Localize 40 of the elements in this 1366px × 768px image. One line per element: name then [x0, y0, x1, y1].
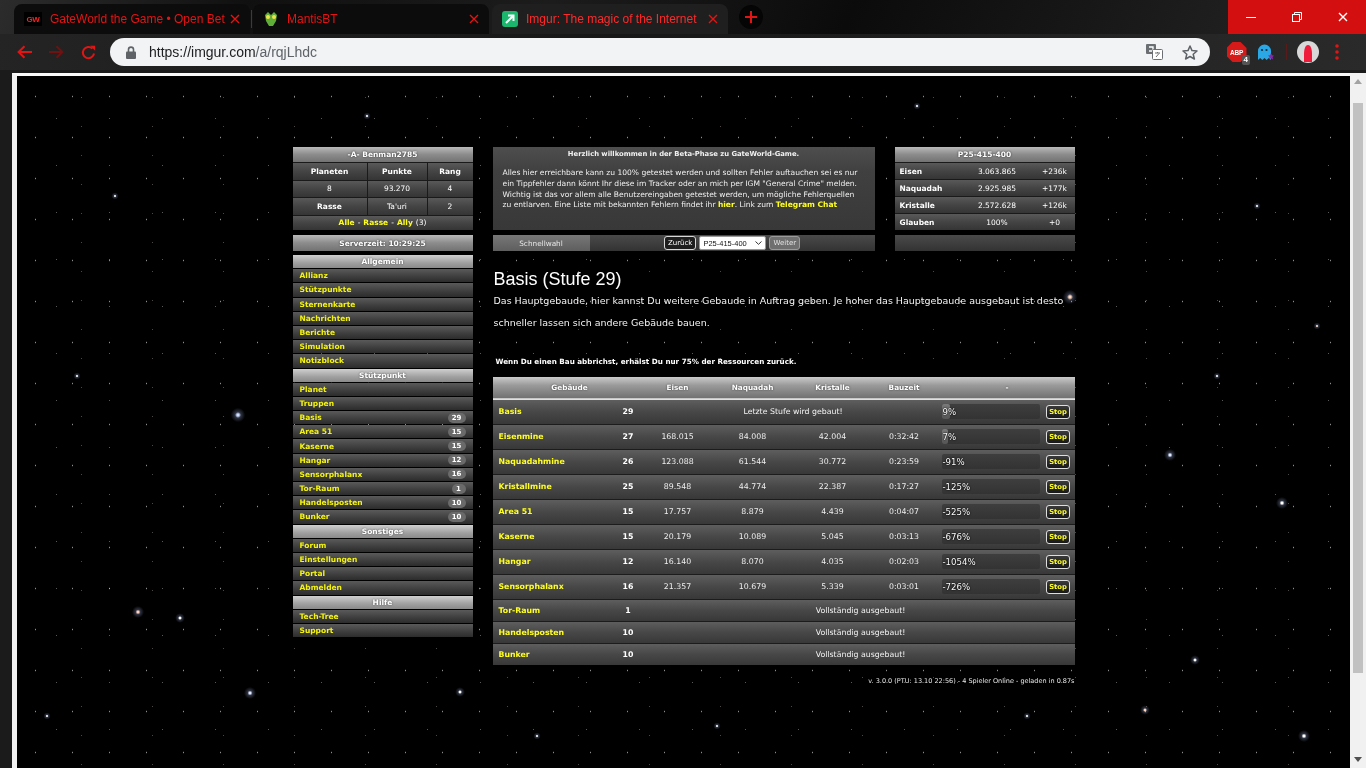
translate-icon[interactable] — [1146, 44, 1163, 60]
scroll-down-icon[interactable] — [1354, 757, 1362, 762]
star-icon[interactable] — [1182, 44, 1198, 60]
browser-tab[interactable]: Imgur: The magic of the Internet — [492, 4, 728, 34]
progress-reading: 7% — [941, 431, 957, 442]
new-tab-button[interactable] — [739, 5, 763, 29]
reload-icon — [80, 44, 96, 60]
ghost-icon[interactable] — [1257, 43, 1274, 61]
plus-icon — [745, 11, 757, 23]
insect-icon — [263, 11, 279, 27]
close-icon — [1338, 12, 1348, 22]
back-arrow-icon — [16, 45, 32, 59]
progress-reading: 9% — [941, 406, 957, 417]
close-icon[interactable] — [708, 14, 718, 24]
progress-reading: -125% — [941, 481, 971, 492]
arrow-tile-icon — [502, 11, 518, 27]
avatar-icon[interactable] — [1296, 41, 1319, 63]
progress-reading: -676% — [941, 531, 971, 542]
close-icon[interactable] — [469, 14, 479, 24]
close-icon[interactable] — [230, 14, 240, 24]
browser-tab[interactable]: GW GateWorld the Game • Open Bet — [14, 4, 250, 34]
progress-reading: -91% — [941, 456, 965, 467]
scrollbar-thumb[interactable] — [1353, 103, 1363, 673]
progress-reading: -726% — [941, 581, 971, 592]
site-logo: GW — [24, 12, 42, 26]
building-description: Das Hauptgebaude, hier kannst Du weitere Gebaude in Auftrag geben. Je hoher das Hauptgebaude ausgebaut ist desto schneller lassen sich andere Gebäude bauen. — [493, 294, 1065, 330]
lock-icon — [126, 45, 136, 59]
page-heading: Basis (Stufe 29) — [493, 268, 623, 290]
restore-icon — [1292, 12, 1302, 22]
minimize-icon — [1246, 16, 1256, 18]
chevron-down-icon — [755, 241, 763, 245]
notification-count: 4 — [1241, 55, 1250, 65]
menu-icon[interactable] — [1334, 44, 1339, 60]
url-text: https://imgur.com/a/rqjLhdc — [149, 44, 318, 60]
browser-tab[interactable]: MantisBT — [253, 4, 489, 34]
address-bar[interactable]: https://imgur.com/a/rqjLhdc — [110, 38, 1210, 66]
progress-reading: -525% — [941, 506, 971, 517]
scroll-up-icon[interactable] — [1354, 79, 1362, 84]
forward-arrow-icon — [48, 45, 64, 59]
progress-reading: -1054% — [941, 556, 976, 567]
